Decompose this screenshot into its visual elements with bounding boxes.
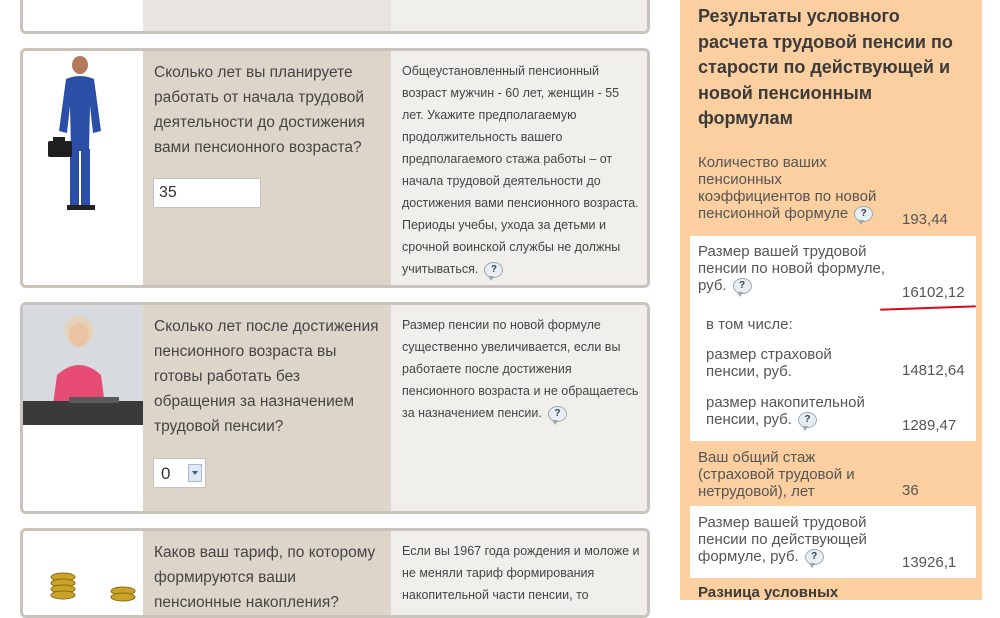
- help-icon[interactable]: ?: [547, 405, 567, 425]
- current-pension-value: 13926,1: [902, 554, 957, 571]
- card-work-years: Сколько лет вы планируете работать от на…: [20, 48, 650, 288]
- funded-value: 1289,47: [902, 417, 957, 434]
- help-icon[interactable]: ?: [797, 412, 817, 432]
- insurance-label: размер страховой пенсии, руб.: [706, 346, 832, 380]
- help-icon[interactable]: ?: [804, 549, 824, 569]
- post-retirement-years-select[interactable]: 0: [153, 458, 206, 488]
- office-worker-photo: [23, 305, 143, 511]
- select-value: 0: [161, 464, 171, 483]
- including-label: в том числе:: [706, 316, 793, 333]
- work-years-input[interactable]: [153, 178, 261, 208]
- hint-body: Размер пенсии по новой формуле существен…: [402, 318, 639, 420]
- hint-text: Если вы 1967 года рождения и моложе и не…: [402, 544, 640, 602]
- question-text: Сколько лет вы планируете работать от на…: [154, 64, 365, 156]
- card-post-retirement-years: Сколько лет после достижения пенсионного…: [20, 302, 650, 514]
- help-icon[interactable]: ?: [732, 278, 752, 298]
- experience-label: Ваш общий стаж (страховой трудовой и нет…: [698, 449, 855, 500]
- new-pension-label: Размер вашей трудовой пенсии по новой фо…: [698, 243, 886, 298]
- hint-body: Общеустановленный пенсионный возраст муж…: [402, 64, 639, 276]
- woman-at-desk-icon: [23, 305, 143, 425]
- worker-figure-icon: [48, 56, 101, 210]
- results-title: Результаты условного расчета трудовой пе…: [698, 6, 953, 128]
- difference-label: Разница условных: [698, 584, 839, 601]
- coins-photo: [23, 531, 143, 615]
- card-tariff: Каков ваш тариф, по которому формируются…: [20, 528, 650, 618]
- chevron-down-icon[interactable]: [188, 464, 202, 482]
- help-icon[interactable]: ?: [484, 261, 504, 281]
- hint-text: Размер пенсии по новой формуле существен…: [402, 314, 641, 425]
- current-pension-label: Размер вашей трудовой пенсии по действую…: [698, 514, 867, 569]
- funded-label: размер накопительной пенсии, руб.?: [706, 394, 865, 432]
- questions-column: Сколько лет вы планируете работать от на…: [20, 0, 654, 618]
- help-icon[interactable]: ?: [854, 206, 874, 226]
- results-panel: Результаты условного расчета трудовой пе…: [680, 0, 982, 601]
- card-previous: [20, 0, 650, 34]
- insurance-value: 14812,64: [902, 362, 965, 379]
- question-text: Сколько лет после достижения пенсионного…: [154, 318, 379, 435]
- question-text: Каков ваш тариф, по которому формируются…: [154, 544, 376, 611]
- coefficients-label: Количество ваших пенсионных коэффициенто…: [698, 154, 877, 226]
- hint-text: Общеустановленный пенсионный возраст муж…: [402, 60, 641, 281]
- worker-photo: [23, 51, 143, 285]
- coefficients-value: 193,44: [902, 211, 948, 228]
- new-pension-value: 16102,12: [902, 284, 965, 301]
- coin-stacks-icon: [50, 572, 136, 602]
- experience-value: 36: [902, 482, 919, 499]
